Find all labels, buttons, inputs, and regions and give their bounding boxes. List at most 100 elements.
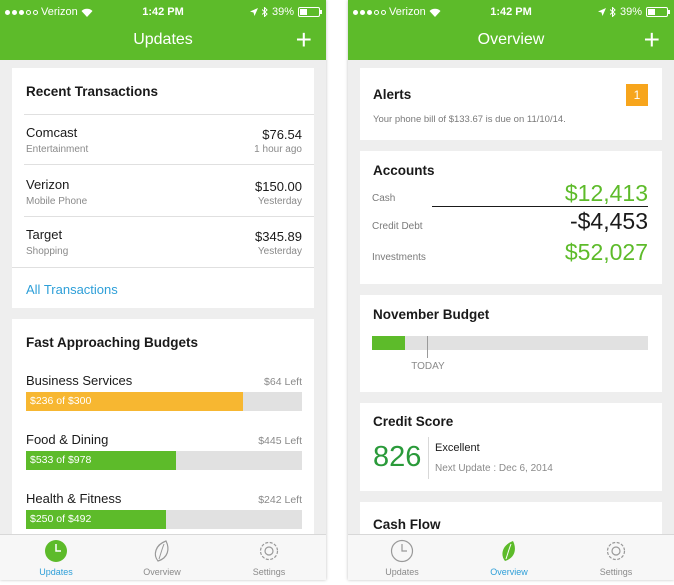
nav-bar: Verizon 1:42 PM 39% Overview + xyxy=(348,0,674,60)
credit-score-card[interactable]: Credit Score 826 Excellent Next Update :… xyxy=(360,403,662,491)
budgets-title: Fast Approaching Budgets xyxy=(26,335,199,350)
tab-updates[interactable]: Updates xyxy=(16,539,96,577)
alert-message: Your phone bill of $133.67 is due on 11/… xyxy=(373,114,566,125)
credit-score-rating: Excellent xyxy=(435,442,480,454)
tab-label: Updates xyxy=(385,567,419,577)
gear-icon xyxy=(606,541,626,561)
transaction-time: Yesterday xyxy=(257,196,302,207)
accounts-card[interactable]: Accounts Cash $12,413 Credit Debt -$4,45… xyxy=(360,151,662,284)
tab-label: Settings xyxy=(599,567,633,577)
accounts-title: Accounts xyxy=(373,163,435,178)
updates-screen: Verizon 1:42 PM 39% Updates + Recent Tra… xyxy=(0,0,326,580)
budget-item[interactable]: Health & Fitness $242 Left $250 of $492 xyxy=(26,491,302,534)
november-budget-card[interactable]: November Budget TODAY xyxy=(360,295,662,392)
add-button[interactable]: + xyxy=(644,26,660,54)
page-title: Overview xyxy=(477,31,545,48)
add-button[interactable]: + xyxy=(296,26,312,54)
budget-name: Food & Dining xyxy=(26,432,109,447)
nav-bar: Verizon 1:42 PM 39% Updates + xyxy=(0,0,326,60)
bluetooth-icon xyxy=(609,7,616,17)
transaction-name: Verizon xyxy=(26,177,70,192)
budget-progress-bar: $250 of $492 xyxy=(26,510,302,529)
tab-overview[interactable]: Overview xyxy=(122,539,202,577)
leaf-icon xyxy=(154,540,169,562)
transaction-amount: $345.89 xyxy=(255,229,302,244)
status-bar: Verizon 1:42 PM 39% xyxy=(0,0,326,22)
tab-overview[interactable]: Overview xyxy=(469,539,549,577)
budget-name: Health & Fitness xyxy=(26,491,122,506)
transaction-category: Shopping xyxy=(26,246,69,257)
transaction-time: Yesterday xyxy=(257,246,302,257)
leaf-icon xyxy=(502,541,515,561)
budget-progress-bar: $236 of $300 xyxy=(26,392,302,411)
budget-remaining: $242 Left xyxy=(258,494,302,506)
credit-score-title: Credit Score xyxy=(373,414,454,429)
all-transactions-link[interactable]: All Transactions xyxy=(26,282,118,297)
bluetooth-icon xyxy=(261,7,268,17)
transaction-category: Mobile Phone xyxy=(26,196,88,207)
credit-score-value: 826 xyxy=(373,441,422,473)
tab-settings[interactable]: Settings xyxy=(229,539,309,577)
location-icon xyxy=(249,8,258,16)
today-marker xyxy=(427,336,429,358)
account-value: -$4,453 xyxy=(569,208,648,234)
clock-icon xyxy=(390,539,414,563)
budget-amount: $236 of $300 xyxy=(30,395,92,407)
tab-label: Overview xyxy=(490,567,528,577)
account-label: Cash xyxy=(372,193,396,204)
transaction-name: Target xyxy=(26,227,63,242)
location-icon xyxy=(597,8,606,16)
budget-item[interactable]: Food & Dining $445 Left $533 of $978 xyxy=(26,432,302,487)
budget-amount: $250 of $492 xyxy=(30,513,92,525)
transaction-row[interactable]: Comcast Entertainment $76.54 1 hour ago xyxy=(26,125,302,165)
page-title: Updates xyxy=(133,31,193,48)
battery-percent: 39% xyxy=(619,6,642,18)
account-value: $12,413 xyxy=(564,180,648,206)
status-bar: Verizon 1:42 PM 39% xyxy=(348,0,674,22)
account-label: Credit Debt xyxy=(372,221,423,232)
tab-updates[interactable]: Updates xyxy=(362,539,442,577)
transaction-row[interactable]: Target Shopping $345.89 Yesterday xyxy=(26,227,302,267)
transaction-amount: $76.54 xyxy=(262,127,302,142)
account-row-credit-debt: Credit Debt -$4,453 xyxy=(372,207,648,235)
account-label: Investments xyxy=(372,252,426,263)
budgets-card: Fast Approaching Budgets Business Servic… xyxy=(12,319,314,534)
recent-transactions-card: Recent Transactions Comcast Entertainmen… xyxy=(12,68,314,308)
tab-label: Overview xyxy=(143,567,181,577)
today-label: TODAY xyxy=(411,361,445,372)
recent-transactions-title: Recent Transactions xyxy=(26,84,159,99)
overview-content: Alerts 1 Your phone bill of $133.67 is d… xyxy=(348,60,674,534)
clock-icon xyxy=(45,540,67,562)
cash-flow-title: Cash Flow xyxy=(373,517,441,532)
cash-flow-card[interactable]: Cash Flow xyxy=(360,502,662,534)
budget-progress-bar: $533 of $978 xyxy=(26,451,302,470)
battery-icon xyxy=(298,7,322,17)
credit-next-update: Next Update : Dec 6, 2014 xyxy=(435,463,553,474)
transaction-amount: $150.00 xyxy=(255,179,302,194)
monthly-budget-bar xyxy=(372,336,648,358)
account-row-investments: Investments $52,027 xyxy=(372,238,648,266)
transaction-name: Comcast xyxy=(26,125,78,140)
budget-amount: $533 of $978 xyxy=(30,454,92,466)
gear-icon xyxy=(259,541,279,561)
tab-bar: Updates Overview Settings xyxy=(348,534,674,580)
battery-icon xyxy=(646,7,670,17)
alert-count-badge: 1 xyxy=(626,84,648,106)
tab-settings[interactable]: Settings xyxy=(576,539,656,577)
transaction-category: Entertainment xyxy=(26,144,89,155)
transaction-time: 1 hour ago xyxy=(254,144,302,155)
tab-bar: Updates Overview Settings xyxy=(0,534,326,580)
account-value: $52,027 xyxy=(564,239,648,265)
budget-item[interactable]: Business Services $64 Left $236 of $300 xyxy=(26,373,302,428)
tab-label: Settings xyxy=(252,567,286,577)
budget-remaining: $445 Left xyxy=(258,435,302,447)
monthly-budget-fill xyxy=(372,336,406,350)
transaction-row[interactable]: Verizon Mobile Phone $150.00 Yesterday xyxy=(26,177,302,217)
november-budget-title: November Budget xyxy=(373,307,490,322)
tab-label: Updates xyxy=(39,567,73,577)
updates-content: Recent Transactions Comcast Entertainmen… xyxy=(0,60,326,534)
battery-percent: 39% xyxy=(271,6,294,18)
budget-remaining: $64 Left xyxy=(264,376,302,388)
alerts-card[interactable]: Alerts 1 Your phone bill of $133.67 is d… xyxy=(360,68,662,140)
alerts-title: Alerts xyxy=(373,87,412,102)
